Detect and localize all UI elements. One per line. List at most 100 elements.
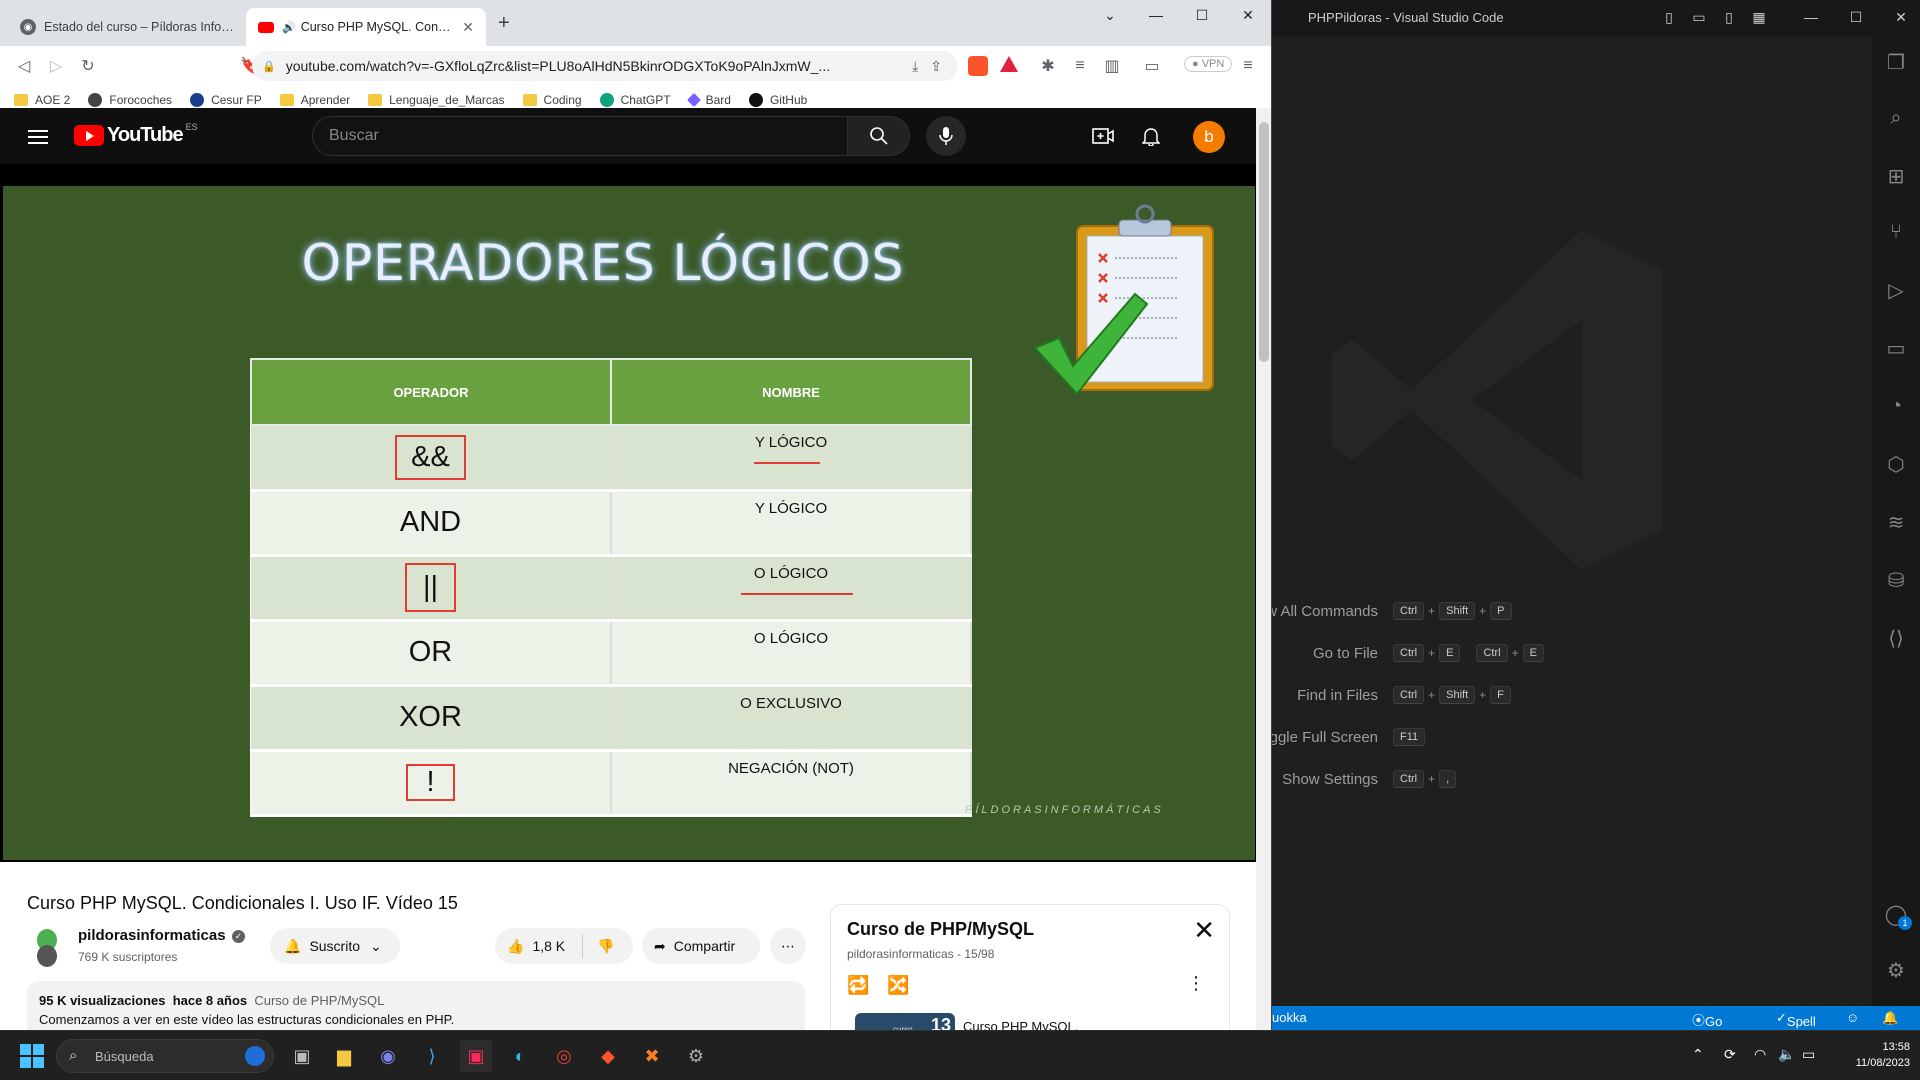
tab-search-icon[interactable]: ⌄: [1087, 0, 1133, 30]
accounts-icon[interactable]: ◯ 1: [1884, 902, 1912, 930]
wifi-icon[interactable]: ◠: [1754, 1046, 1766, 1063]
hamburger-menu-icon[interactable]: [28, 126, 48, 146]
brave-shields-icon[interactable]: [968, 56, 988, 76]
timeline-icon[interactable]: ◔: [1884, 394, 1908, 418]
xampp-icon[interactable]: ✖: [636, 1040, 668, 1072]
address-bar[interactable]: 🔒 youtube.com/watch?v=-GXfloLqZrc&list=P…: [252, 51, 958, 81]
notifications-icon[interactable]: 🔔: [1882, 1010, 1898, 1026]
bookmark-github[interactable]: GitHub: [748, 92, 807, 107]
search-button[interactable]: [848, 116, 910, 156]
explorer-icon[interactable]: ❐: [1884, 50, 1908, 74]
toggle-secondary-sidebar-icon[interactable]: ▯: [1720, 8, 1738, 26]
sidebar-icon[interactable]: ▥: [1096, 50, 1128, 82]
bookmark-cesur[interactable]: Cesur FP: [190, 92, 262, 107]
playlist-more-icon[interactable]: ⋮: [1187, 973, 1205, 994]
back-icon[interactable]: ◁: [8, 50, 40, 82]
brave-rewards-icon[interactable]: [1000, 56, 1018, 72]
bookmark-bard[interactable]: Bard: [686, 92, 731, 107]
tab-estado-curso[interactable]: ◉ Estado del curso – Píldoras Informátic…: [8, 8, 246, 46]
channel-name[interactable]: pildorasinformaticas: [78, 927, 226, 944]
teams-icon[interactable]: ◉: [372, 1040, 404, 1072]
toggle-panel-icon[interactable]: ▭: [1690, 8, 1708, 26]
feedback-icon[interactable]: ☺: [1846, 1010, 1859, 1025]
tray-chevron-icon[interactable]: ⌃: [1692, 1046, 1704, 1063]
more-actions-button[interactable]: ⋯: [770, 928, 806, 964]
description-box[interactable]: 95 K visualizaciones hace 8 años Curso d…: [27, 981, 805, 1030]
maximize-button[interactable]: ☐: [1179, 0, 1225, 30]
sync-icon[interactable]: ⟳: [1724, 1046, 1736, 1063]
windows-start-icon[interactable]: [20, 1044, 44, 1068]
brave-icon[interactable]: ◆: [592, 1040, 624, 1072]
bookmark-forocoches[interactable]: Forocoches: [88, 92, 172, 107]
minimize-button[interactable]: —: [1133, 0, 1179, 30]
extensions-icon[interactable]: ✱: [1032, 50, 1064, 82]
youtube-logo[interactable]: YouTube ES: [74, 122, 198, 147]
source-control-icon[interactable]: ⑂: [1884, 220, 1908, 244]
loop-icon[interactable]: 🔁: [847, 975, 869, 996]
user-avatar[interactable]: b: [1193, 121, 1225, 153]
scrollbar-thumb[interactable]: [1259, 122, 1269, 362]
vscode-close-button[interactable]: ✕: [1892, 8, 1910, 26]
tab-youtube-video[interactable]: 🔊 Curso PHP MySQL. Condicionales I. Uso …: [246, 8, 486, 46]
page-scrollbar[interactable]: [1256, 108, 1271, 1030]
vscode-maximize-button[interactable]: ☐: [1847, 8, 1865, 26]
settings-icon[interactable]: ⚙: [680, 1040, 712, 1072]
spell-button[interactable]: ✓ Spell: [1776, 1010, 1816, 1029]
dislike-button[interactable]: 👎: [583, 938, 614, 955]
edge-icon[interactable]: ◐: [504, 1040, 536, 1072]
volume-icon[interactable]: 🔈: [1778, 1046, 1795, 1063]
subscribed-button[interactable]: 🔔 Suscrito ⌄: [270, 928, 400, 964]
bookmark-coding[interactable]: Coding: [522, 93, 582, 107]
database-icon[interactable]: ⛁: [1884, 568, 1908, 592]
bookmark-chatgpt[interactable]: ChatGPT: [599, 92, 671, 107]
go-live-button[interactable]: ⦿ Go Live: [1692, 1010, 1729, 1044]
forward-icon[interactable]: ▷: [40, 50, 72, 82]
media-icon[interactable]: ≡: [1064, 50, 1096, 82]
playlist-title[interactable]: Curso de PHP/MySQL: [847, 919, 1034, 940]
share-icon[interactable]: ⇪: [930, 58, 942, 75]
run-debug-icon[interactable]: ▷: [1884, 278, 1908, 302]
playlist-link[interactable]: Curso de PHP/MySQL: [254, 993, 384, 1008]
playlist-item-thumbnail[interactable]: curso 13: [855, 1013, 955, 1030]
channel-avatar[interactable]: [32, 928, 62, 968]
reload-icon[interactable]: ↻: [72, 50, 104, 82]
bookmark-aoe2[interactable]: AOE 2: [14, 93, 70, 107]
notifications-bell-icon[interactable]: [1139, 124, 1163, 148]
close-tab-icon[interactable]: ✕: [454, 19, 474, 36]
shuffle-icon[interactable]: 🔀: [887, 975, 909, 996]
battery-icon[interactable]: ▭: [1802, 1046, 1815, 1063]
jetbrains-icon[interactable]: ▣: [460, 1040, 492, 1072]
taskbar-search[interactable]: ⌕ Búsqueda: [56, 1039, 274, 1073]
close-window-button[interactable]: ✕: [1225, 0, 1271, 30]
customize-layout-icon[interactable]: ▦: [1750, 8, 1768, 26]
search-input[interactable]: Buscar: [312, 116, 848, 156]
vscode-taskbar-icon[interactable]: ⟩: [416, 1040, 448, 1072]
vscode-minimize-button[interactable]: —: [1802, 8, 1820, 26]
manage-gear-icon[interactable]: ⚙: [1884, 958, 1908, 982]
new-tab-button[interactable]: +: [498, 12, 510, 35]
remote-explorer-icon[interactable]: ▭: [1884, 336, 1908, 360]
live-share-icon[interactable]: ⟨⟩: [1884, 626, 1908, 650]
chrome-icon[interactable]: ◎: [548, 1040, 580, 1072]
extensions-icon[interactable]: ⊞: [1884, 164, 1908, 188]
install-icon[interactable]: ⤓: [912, 58, 918, 75]
close-playlist-icon[interactable]: ✕: [1193, 915, 1215, 946]
clock[interactable]: 13:58 11/08/2023: [1856, 1039, 1910, 1071]
video-player[interactable]: OPERADORES LÓGICOS OPERADOR NOMBRE && Y …: [0, 164, 1256, 862]
share-button[interactable]: ➦ Compartir: [642, 928, 760, 964]
vpn-button[interactable]: ● VPN: [1184, 56, 1233, 72]
toggle-primary-sidebar-icon[interactable]: ▯: [1660, 8, 1678, 26]
playlist-item-title[interactable]: Curso PHP MySQL.: [963, 1019, 1078, 1030]
testing-icon[interactable]: ⬡: [1884, 452, 1908, 476]
search-icon[interactable]: ⌕: [1884, 106, 1908, 130]
wallet-icon[interactable]: ▭: [1136, 50, 1168, 82]
docker-icon[interactable]: ≋: [1884, 510, 1908, 534]
create-video-icon[interactable]: [1091, 124, 1115, 148]
voice-search-button[interactable]: [926, 116, 966, 156]
task-view-icon[interactable]: ▣: [286, 1040, 318, 1072]
file-explorer-icon[interactable]: ▆: [328, 1040, 360, 1072]
bookmark-lenguaje-marcas[interactable]: Lenguaje_de_Marcas: [368, 93, 505, 107]
like-button[interactable]: 👍 1,8 K: [495, 934, 583, 958]
bookmark-aprender[interactable]: Aprender: [279, 93, 350, 107]
status-left-item[interactable]: uokka: [1272, 1010, 1307, 1025]
